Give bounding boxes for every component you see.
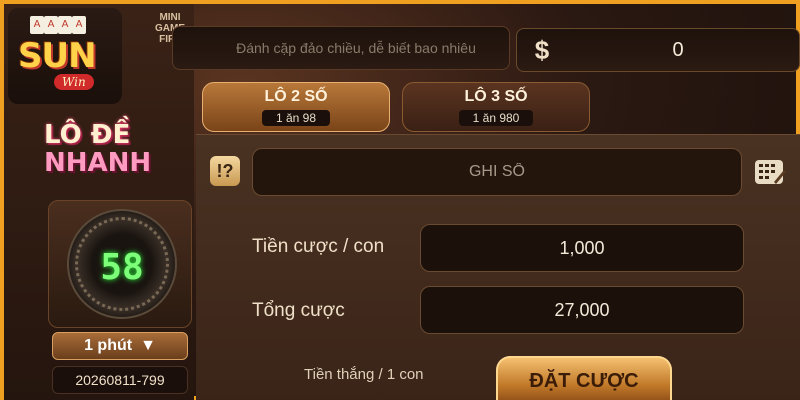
balance-bar: $ 0 [516, 28, 800, 72]
tab-odds: 1 ăn 98 [261, 110, 331, 126]
timer-seconds: 58 [100, 247, 144, 288]
tab-label: LÔ 3 SỐ [464, 88, 528, 105]
chevron-down-icon: ▼ [140, 337, 156, 354]
hint-bar: Đánh cặp đảo chiều, dễ biết bao nhiêu [172, 26, 510, 70]
tab-lo-3-so[interactable]: LÔ 3 SỐ 1 ăn 980 [402, 82, 590, 132]
tab-odds: 1 ăn 980 [458, 110, 534, 126]
card-glyph: A [30, 16, 44, 34]
dollar-icon: $ [534, 34, 550, 65]
round-id[interactable]: 20260811-799 [52, 366, 188, 394]
card-glyph: A [44, 16, 58, 34]
keypad-icon[interactable] [754, 156, 786, 188]
game-title-line1: LÔ ĐỀ [44, 120, 131, 150]
countdown-timer: 58 [48, 200, 192, 328]
timer-dial: 58 [67, 209, 177, 319]
tab-lo-2-so[interactable]: LÔ 2 SỐ 1 ăn 98 [202, 82, 390, 132]
game-title-line2: NHANH [44, 148, 152, 178]
win-label: Tiền thắng / 1 con [304, 366, 424, 383]
tab-label: LÔ 2 SỐ [264, 88, 328, 105]
game-logo: LÔ ĐỀ NHANH [44, 120, 194, 190]
stake-label: Tiền cược / con [252, 236, 385, 257]
interval-select[interactable]: 1 phút ▼ [52, 332, 188, 360]
total-label: Tổng cược [252, 300, 345, 321]
balance-value: 0 [672, 38, 684, 61]
help-icon[interactable]: !? [210, 156, 240, 186]
brand-logo: A A A A SUN Win [8, 8, 122, 104]
stake-field[interactable]: 1,000 [420, 224, 744, 272]
card-glyph: A [58, 16, 72, 34]
playing-cards-icon: A A A A [30, 16, 90, 34]
total-field: 27,000 [420, 286, 744, 334]
interval-value: 1 phút [84, 337, 133, 354]
brand-name: SUN [18, 36, 97, 76]
number-input[interactable] [252, 148, 742, 196]
card-glyph: A [72, 16, 86, 34]
brand-tagline: Win [54, 74, 94, 90]
place-bet-button[interactable]: ĐẶT CƯỢC [496, 356, 672, 400]
